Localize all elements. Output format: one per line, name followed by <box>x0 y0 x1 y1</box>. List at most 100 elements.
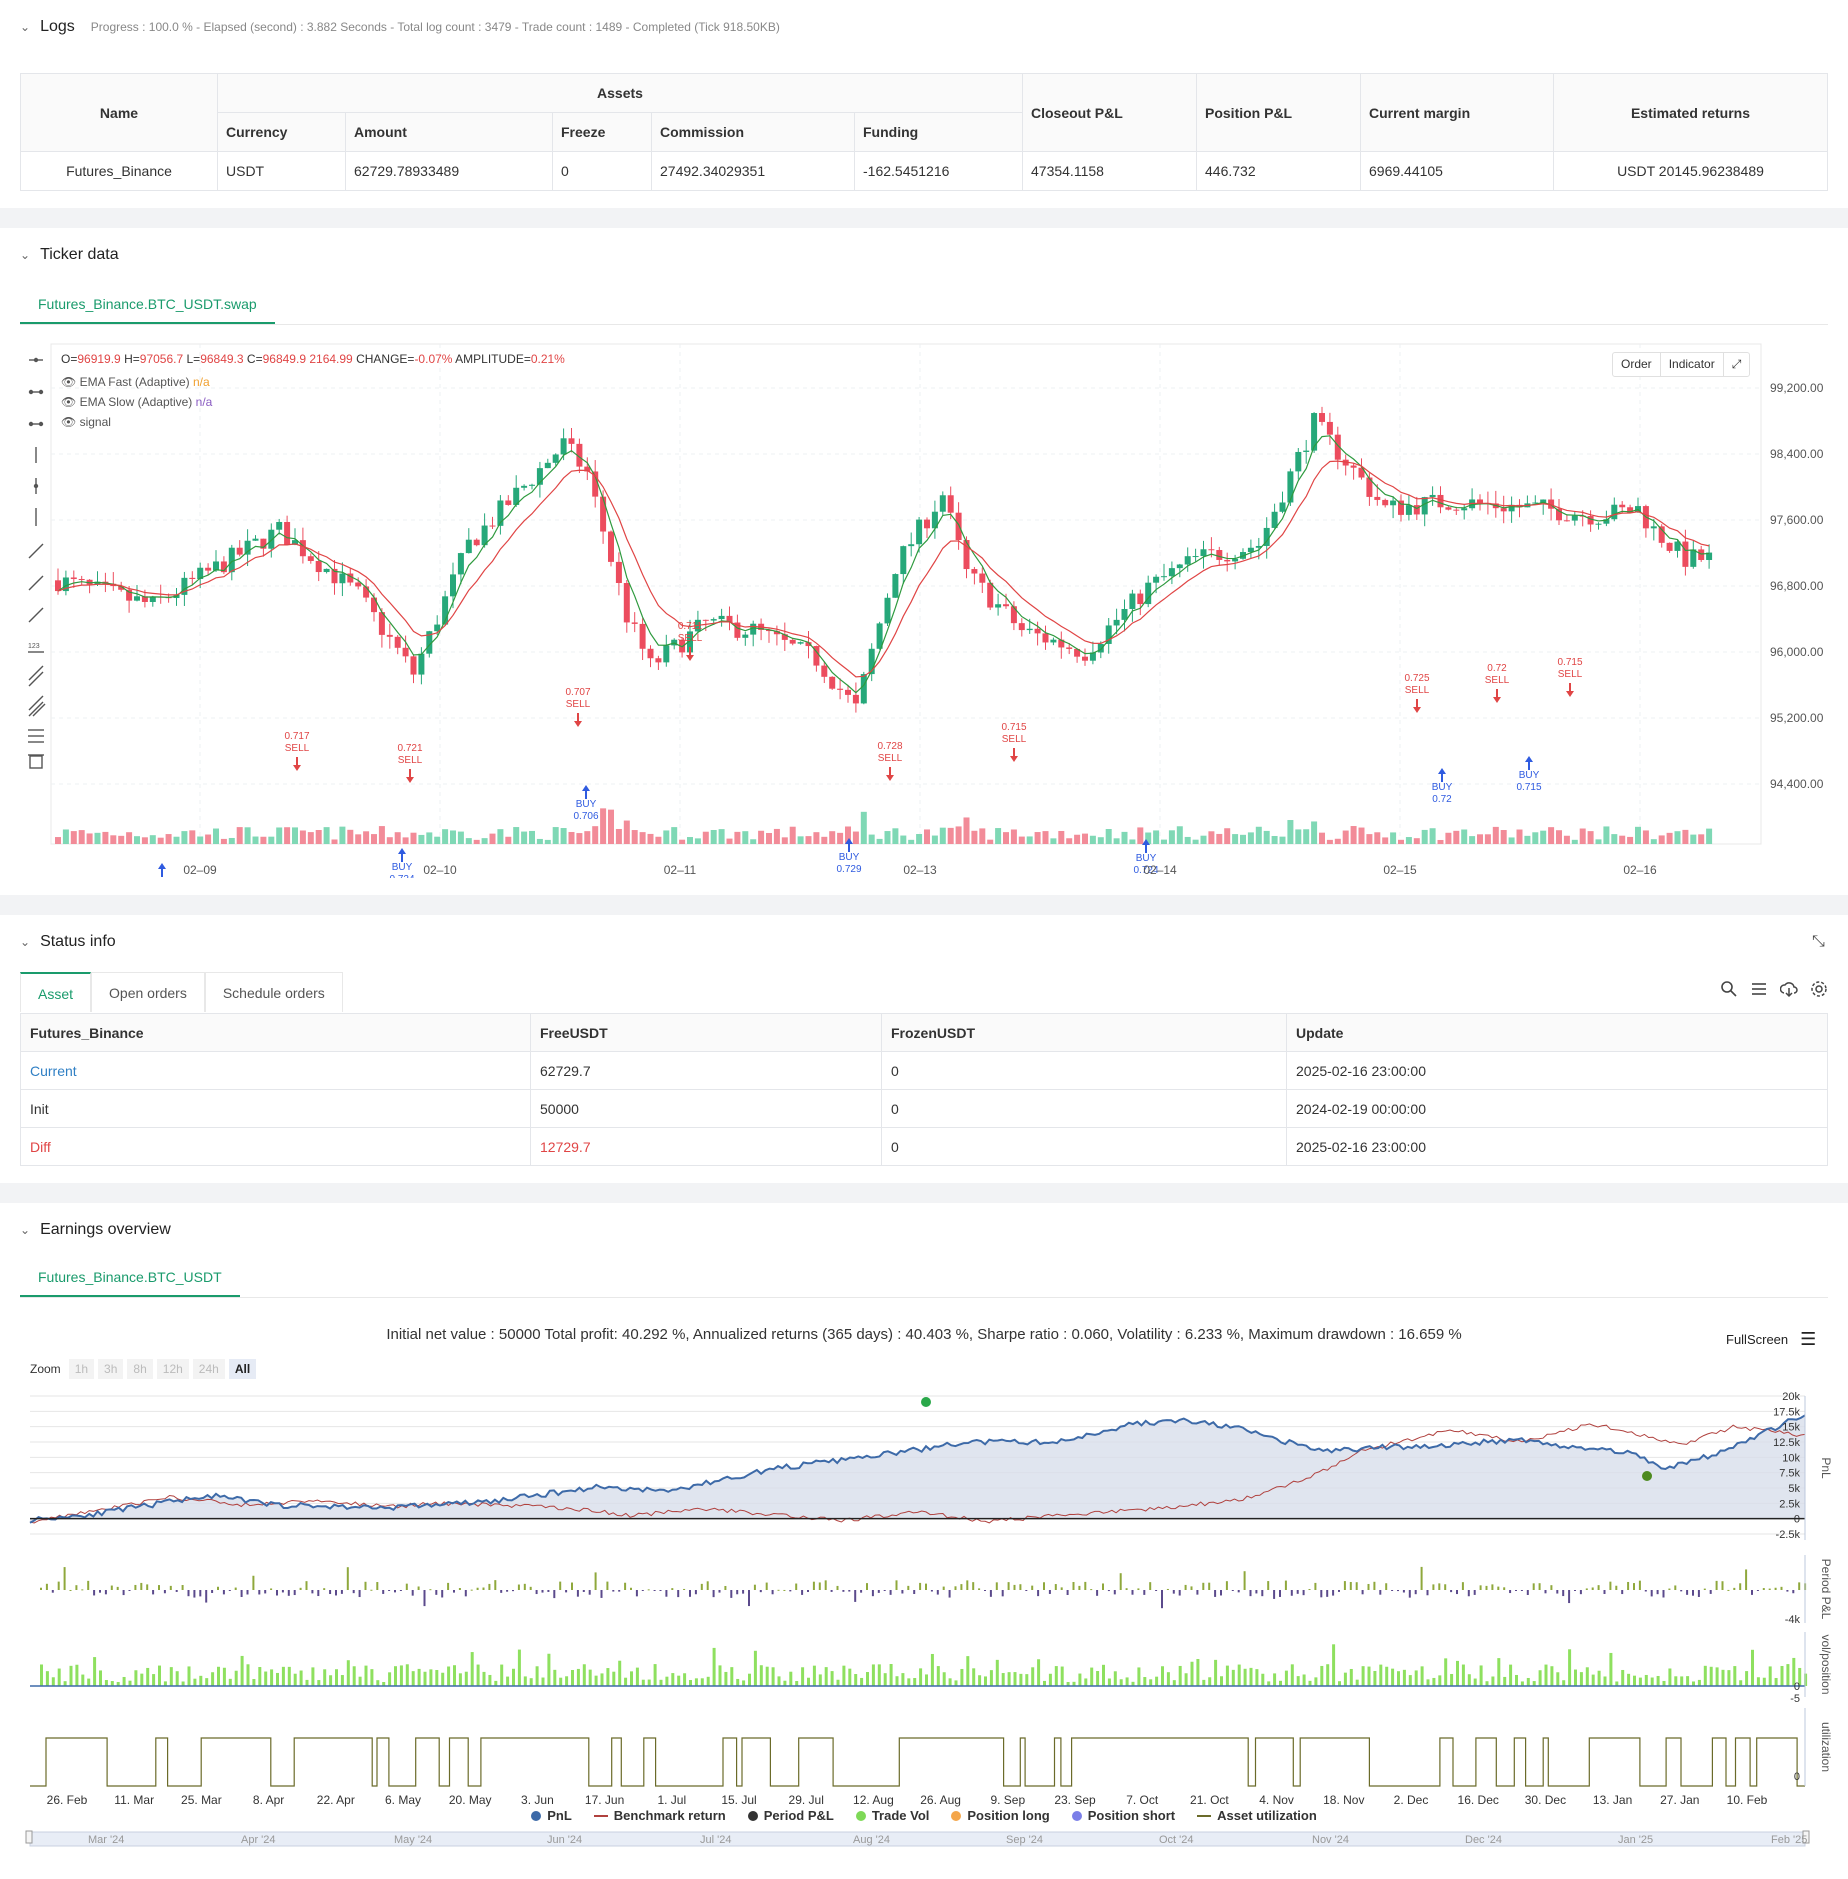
eye-icon[interactable]: 👁 <box>61 375 76 389</box>
period-bar <box>718 1590 721 1593</box>
period-bar <box>724 1585 727 1590</box>
y-tick-label: 96,800.00 <box>1770 579 1824 593</box>
expand-icon[interactable]: ⤢ <box>1724 353 1750 376</box>
status-title: Status info <box>40 933 116 950</box>
period-bar <box>1225 1581 1228 1590</box>
trade-vol-bar <box>1037 1659 1041 1686</box>
volume-bar <box>118 835 125 844</box>
pnl-tick-label: 12.5k <box>1773 1437 1800 1449</box>
period-bar <box>1426 1590 1429 1596</box>
legend-signal[interactable]: 👁 signal <box>61 412 212 432</box>
period-bar <box>81 1589 84 1591</box>
period-bar <box>771 1590 774 1595</box>
volume-bar <box>947 827 954 844</box>
x-tick-label: 9. Sep <box>990 1793 1025 1807</box>
chevron-down-icon[interactable]: ⌄ <box>20 20 30 34</box>
candle-body <box>1224 559 1231 562</box>
earnings-header[interactable]: ⌄ Earnings overview <box>20 1221 171 1239</box>
svg-text:0.717: 0.717 <box>284 731 309 742</box>
legend-item[interactable]: Position long <box>951 1808 1050 1823</box>
volume-bar <box>1595 839 1602 844</box>
volume-bar <box>1263 830 1270 844</box>
tab-open-orders[interactable]: Open orders <box>91 972 205 1012</box>
tab-schedule-orders[interactable]: Schedule orders <box>204 972 343 1012</box>
candle-body <box>742 634 749 638</box>
candle-body <box>797 642 804 644</box>
buy-signal[interactable]: BUY0.717 <box>149 863 174 878</box>
volume-bar <box>1469 836 1476 844</box>
trade-vol-bar <box>1054 1666 1058 1686</box>
volume-bar <box>1168 830 1175 844</box>
legend-ema-fast-label: EMA Fast (Adaptive) <box>79 375 190 389</box>
eye-icon[interactable]: 👁 <box>61 415 76 429</box>
legend-item[interactable]: Period P&L <box>747 1808 834 1823</box>
indicator-button[interactable]: Indicator <box>1661 353 1724 376</box>
period-bar <box>1756 1590 1759 1591</box>
buy-signal[interactable]: BUY0.724 <box>389 848 415 878</box>
volume-bar <box>173 836 180 844</box>
volume-bar <box>655 836 662 844</box>
candle-body <box>1382 499 1389 506</box>
x-tick-label: 16. Dec <box>1458 1793 1499 1807</box>
cloud-download-icon[interactable] <box>1780 980 1798 998</box>
search-icon[interactable] <box>1720 980 1738 998</box>
chevron-down-icon[interactable]: ⌄ <box>20 935 30 949</box>
volume-bar <box>1311 821 1318 844</box>
ohlc-close-label: C= <box>246 352 263 366</box>
period-bar <box>116 1586 119 1590</box>
navigator-handle-left[interactable] <box>25 1830 33 1844</box>
trade-vol-bar <box>299 1670 303 1686</box>
chevron-down-icon[interactable]: ⌄ <box>20 1223 30 1237</box>
tab-underline <box>20 1297 1828 1298</box>
volume-bar <box>1216 833 1223 844</box>
legend-item[interactable]: Trade Vol <box>855 1808 929 1823</box>
period-bar <box>824 1580 827 1590</box>
legend-item[interactable]: Position short <box>1071 1808 1175 1823</box>
period-bar <box>1267 1581 1270 1590</box>
eye-icon[interactable]: 👁 <box>61 395 76 409</box>
candlestick-chart[interactable]: BUY0.7170.717SELL0.721SELLBUY0.724BUY0.7… <box>0 228 1848 878</box>
trade-vol-bar <box>1461 1664 1465 1686</box>
status-table: Futures_Binance FreeUSDT FrozenUSDT Upda… <box>20 1013 1828 1166</box>
trade-vol-bar <box>895 1676 899 1686</box>
fullscreen-button[interactable]: FullScreen ☰ <box>1726 1329 1816 1350</box>
period-bar <box>1638 1580 1641 1590</box>
trade-vol-bar <box>954 1680 958 1686</box>
tab-earnings-symbol[interactable]: Futures_Binance.BTC_USDT <box>20 1257 240 1297</box>
earnings-chart[interactable]: 20k 17.5k 15k 12.5k 10k 7.5k 5k 2.5k 0 -2.5k PnL Pe… <box>0 1353 1848 1873</box>
period-bar <box>1078 1585 1081 1590</box>
period-bar <box>854 1590 857 1602</box>
candle-body <box>947 495 954 513</box>
list-icon[interactable] <box>1750 980 1768 998</box>
volume-bar <box>1682 829 1689 844</box>
period-bar <box>641 1590 644 1591</box>
period-bar <box>877 1590 880 1593</box>
row-label-current[interactable]: Current <box>20 1051 531 1090</box>
period-bar <box>871 1590 874 1597</box>
legend-item[interactable]: Asset utilization <box>1197 1808 1317 1823</box>
cell-freeze: 0 <box>552 151 652 191</box>
collapse-icon[interactable]: ⤡ <box>1812 933 1825 951</box>
status-header[interactable]: ⌄ Status info <box>20 933 116 951</box>
hamburger-icon[interactable]: ☰ <box>1800 1329 1816 1350</box>
trade-vol-bar <box>523 1676 527 1686</box>
order-button[interactable]: Order <box>1613 353 1661 376</box>
tab-asset[interactable]: Asset <box>20 972 92 1012</box>
volume-bar <box>181 831 188 844</box>
gear-icon[interactable] <box>1810 980 1828 998</box>
logs-header[interactable]: ⌄ Logs Progress : 100.0 % - Elapsed (sec… <box>20 18 780 36</box>
legend-ema-fast[interactable]: 👁 EMA Fast (Adaptive) n/a <box>61 372 212 392</box>
legend-item[interactable]: Benchmark return <box>593 1808 726 1823</box>
volume-bar <box>1540 830 1547 844</box>
legend-item[interactable]: PnL <box>531 1808 572 1823</box>
period-bar <box>535 1590 538 1595</box>
legend-dot-icon <box>951 1810 962 1821</box>
chart-controls: Order Indicator ⤢ <box>1612 352 1751 377</box>
trade-vol-bar <box>140 1673 144 1686</box>
trade-vol-bar <box>423 1671 427 1686</box>
period-bar <box>140 1582 143 1590</box>
cell-returns: USDT 20145.96238489 <box>1553 151 1828 191</box>
navigator-track[interactable] <box>29 1831 1806 1847</box>
legend-ema-slow[interactable]: 👁 EMA Slow (Adaptive) n/a <box>61 392 212 412</box>
candle-body <box>1121 608 1128 620</box>
